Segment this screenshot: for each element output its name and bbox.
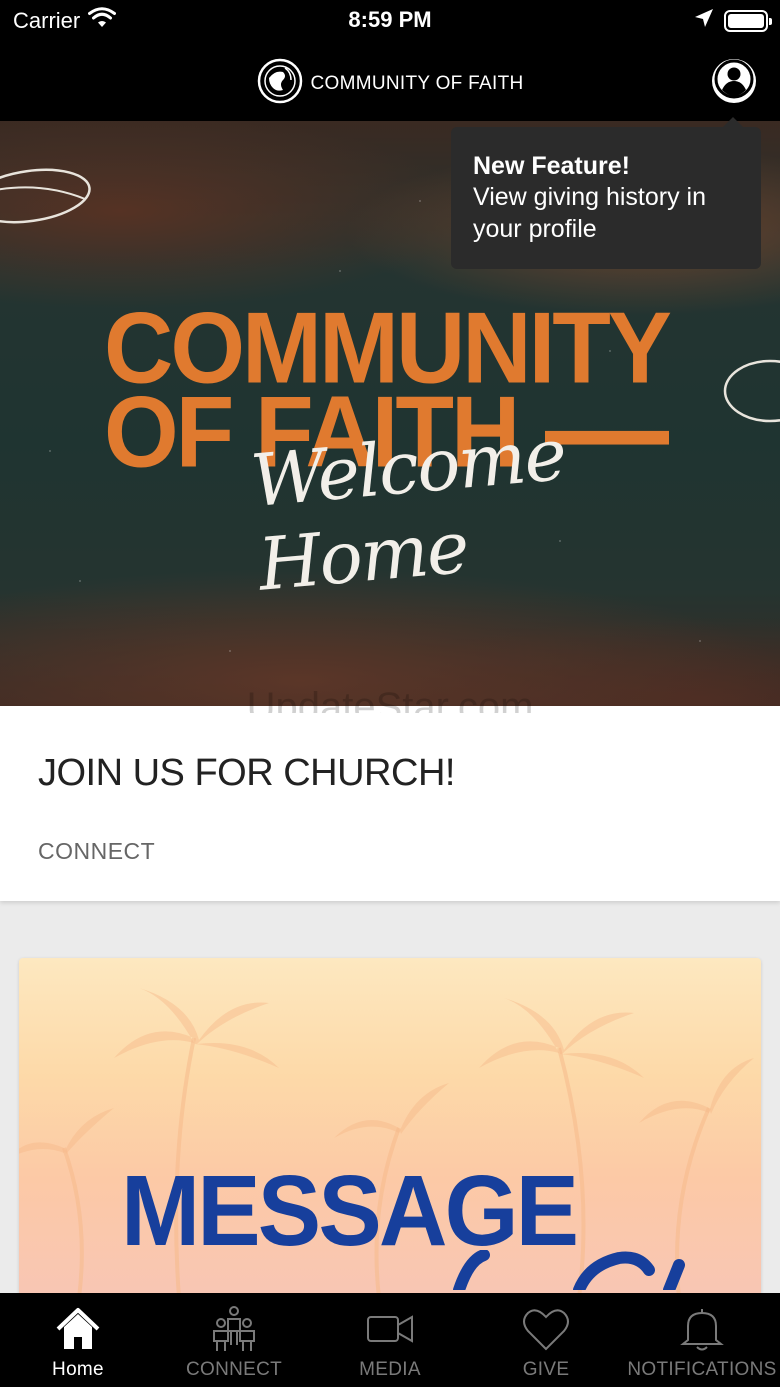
tab-home[interactable]: Home: [0, 1293, 156, 1387]
tooltip-body: View giving history in your profile: [473, 183, 706, 243]
profile-button[interactable]: [712, 59, 756, 103]
brand: COMMUNITY OF FAITH: [0, 58, 780, 109]
status-time: 8:59 PM: [348, 7, 432, 32]
status-bar: Carrier 8:59 PM: [0, 0, 780, 40]
video-camera-icon: [365, 1305, 415, 1353]
heart-icon: [521, 1305, 571, 1353]
bell-icon: [677, 1305, 727, 1353]
tab-connect[interactable]: CONNECT: [156, 1293, 312, 1387]
people-icon: [209, 1305, 259, 1353]
battery-icon: [724, 9, 772, 32]
tab-media-label: MEDIA: [359, 1359, 421, 1380]
home-icon: [53, 1305, 103, 1353]
tab-notifications-label: NOTIFICATIONS: [627, 1359, 777, 1380]
card-category: CONNECT: [38, 838, 156, 864]
app-header: COMMUNITY OF FAITH: [0, 40, 780, 121]
watermark: UpdateStar.com: [246, 685, 534, 713]
message-script-decoration: [453, 1250, 685, 1290]
tab-bar: Home CONNECT MEDIA GIVE NOTIFICATIONS: [0, 1293, 780, 1387]
tab-give[interactable]: GIVE: [468, 1293, 624, 1387]
card-title: JOIN US FOR CHURCH!: [38, 752, 455, 794]
tab-give-label: GIVE: [522, 1359, 570, 1380]
tab-connect-label: CONNECT: [185, 1359, 283, 1380]
status-right: [694, 8, 772, 33]
tab-notifications[interactable]: NOTIFICATIONS: [624, 1293, 780, 1387]
tooltip-title: New Feature!: [473, 152, 630, 180]
brand-title: COMMUNITY OF FAITH: [310, 72, 524, 94]
message-card[interactable]: MESSAGE: [19, 958, 761, 1298]
globe-logo-icon: [257, 58, 303, 109]
join-church-card[interactable]: JOIN US FOR CHURCH! CONNECT: [0, 706, 780, 901]
new-feature-tooltip[interactable]: New Feature! View giving history in your…: [451, 117, 761, 269]
tab-home-label: Home: [52, 1359, 104, 1380]
location-arrow-icon: [694, 8, 714, 33]
user-profile-icon: [714, 59, 754, 104]
tab-media[interactable]: MEDIA: [312, 1293, 468, 1387]
